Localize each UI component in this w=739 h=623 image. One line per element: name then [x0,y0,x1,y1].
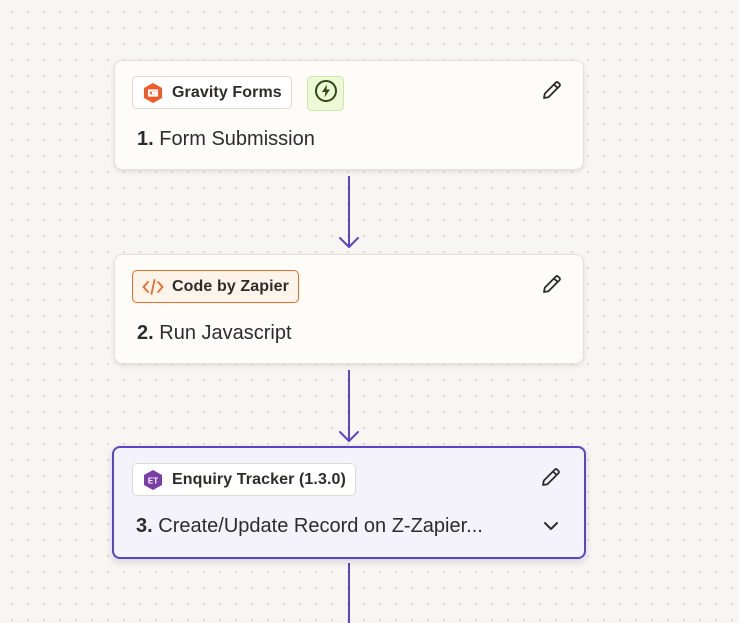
pencil-icon [539,465,563,494]
zap-editor-canvas: Gravity Forms 1. Form Submission Code by… [0,0,739,623]
step-title: 3. Create/Update Record on Z-Zapier... [136,515,483,538]
connector-arrow-2 [339,431,359,442]
step-card-2[interactable]: Code by Zapier 2. Run Javascript [114,254,584,364]
edit-step-button[interactable] [538,466,564,492]
connector-arrow-1 [339,237,359,248]
step-number: 3. [136,515,153,537]
step-action-name: Create/Update Record on Z-Zapier... [158,515,483,537]
app-badge-code-by-zapier[interactable]: Code by Zapier [132,270,299,303]
code-brackets-icon [142,276,164,298]
app-name-label: Gravity Forms [172,83,282,101]
edit-step-button[interactable] [539,273,565,299]
step-action-name: Run Javascript [159,322,292,344]
enquiry-tracker-icon: ET [142,469,164,491]
expand-step-button[interactable] [538,516,564,540]
step-card-1[interactable]: Gravity Forms 1. Form Submission [114,60,584,170]
gravity-forms-icon [142,82,164,104]
step-connector-3 [348,563,350,623]
step-title: 1. Form Submission [137,128,315,151]
pencil-icon [540,78,564,107]
edit-step-button[interactable] [539,79,565,105]
trigger-badge[interactable] [307,76,344,111]
step-card-3[interactable]: ET Enquiry Tracker (1.3.0) 3. Create/Upd… [112,446,586,559]
step-number: 2. [137,322,154,344]
app-badge-gravity-forms[interactable]: Gravity Forms [132,76,292,109]
chevron-down-icon [541,519,561,538]
app-badge-enquiry-tracker[interactable]: ET Enquiry Tracker (1.3.0) [132,463,356,496]
app-name-label: Enquiry Tracker (1.3.0) [172,470,346,488]
step-number: 1. [137,128,154,150]
pencil-icon [540,272,564,301]
step-title: 2. Run Javascript [137,322,292,345]
lightning-bolt-icon [314,79,338,108]
app-name-label: Code by Zapier [172,277,289,295]
step-action-name: Form Submission [159,128,315,150]
svg-text:ET: ET [148,476,158,485]
